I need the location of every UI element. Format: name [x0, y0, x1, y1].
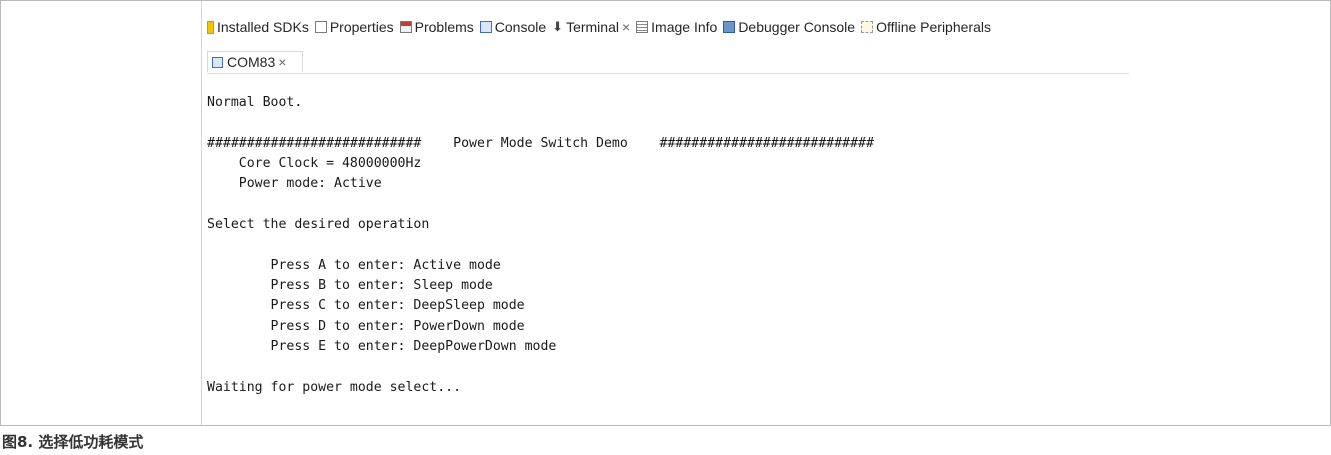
- tab-label: COM83: [227, 54, 276, 70]
- tab-installed-sdks[interactable]: Installed SDKs: [207, 19, 309, 35]
- tab-label: Debugger Console: [738, 19, 856, 35]
- tab-properties[interactable]: Properties: [314, 19, 394, 35]
- tab-label: Installed SDKs: [217, 19, 309, 35]
- tab-debugger-console[interactable]: Debugger Console: [723, 19, 855, 35]
- tab-problems[interactable]: Problems: [399, 19, 474, 35]
- com-port-icon: [212, 56, 223, 68]
- tab-label: Console: [494, 19, 547, 35]
- tab-label: Image Info: [651, 19, 718, 35]
- view-tab-bar: Installed SDKs Properties Problems Conso…: [207, 14, 997, 40]
- properties-icon: [314, 21, 327, 33]
- tab-label: Problems: [414, 19, 474, 35]
- console-icon: [479, 21, 492, 33]
- tab-image-info[interactable]: Image Info: [636, 19, 717, 35]
- sdk-icon: [207, 20, 214, 34]
- panel-border: [201, 1, 202, 425]
- tab-com83[interactable]: COM83 ×: [207, 51, 303, 72]
- tab-terminal[interactable]: ⬇ Terminal ×: [552, 19, 630, 35]
- screenshot-frame: Installed SDKs Properties Problems Conso…: [0, 0, 1331, 426]
- close-icon[interactable]: ×: [622, 19, 630, 35]
- terminal-subtab-bar: COM83 ×: [207, 51, 1129, 74]
- close-icon[interactable]: ×: [278, 54, 286, 70]
- tab-label: Properties: [329, 19, 394, 35]
- debugger-console-icon: [723, 21, 736, 33]
- image-info-icon: [636, 21, 649, 33]
- tab-console[interactable]: Console: [479, 19, 547, 35]
- tab-offline-peripherals[interactable]: Offline Peripherals: [861, 19, 991, 35]
- tab-label: Terminal: [566, 19, 619, 35]
- offline-peripherals-icon: [861, 21, 874, 33]
- figure-caption: 图8. 选择低功耗模式: [2, 433, 144, 451]
- terminal-output[interactable]: Normal Boot. ###########################…: [207, 93, 874, 398]
- tab-label: Offline Peripherals: [876, 19, 991, 35]
- terminal-icon: ⬇: [552, 19, 564, 34]
- problems-icon: [399, 21, 412, 33]
